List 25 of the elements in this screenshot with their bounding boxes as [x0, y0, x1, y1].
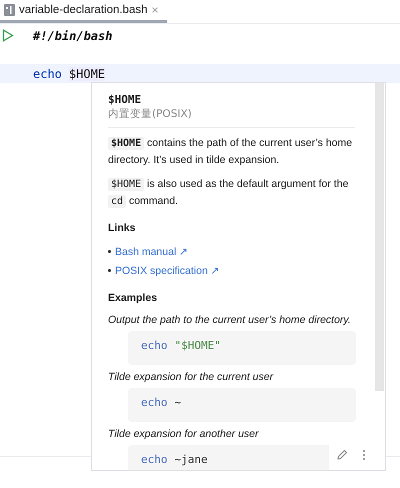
- section-heading: Links: [108, 222, 136, 234]
- doc-link[interactable]: POSIX specification ↗: [115, 264, 220, 277]
- code-block: echo "$HOME": [128, 331, 356, 365]
- scrollbar[interactable]: [375, 83, 384, 391]
- pencil-icon[interactable]: [336, 449, 348, 461]
- example-description: Output the path to the current user’s home directory.: [108, 314, 351, 326]
- example-description: Tilde expansion for another user: [108, 428, 258, 440]
- more-icon[interactable]: [362, 449, 366, 461]
- file-tab[interactable]: variable-declaration.bash ×: [0, 0, 167, 23]
- doc-subtitle: 内置变量(POSIX): [108, 107, 193, 121]
- doc-paragraph: $HOME contains the path of the current user’s home directory. It’s used in tilde expansion.: [108, 136, 354, 168]
- doc-link[interactable]: Bash manual ↗: [115, 245, 188, 258]
- close-icon[interactable]: ×: [152, 3, 159, 17]
- section-heading: Examples: [108, 292, 158, 304]
- code-line: #!/bin/bash: [33, 28, 112, 42]
- file-icon: [4, 4, 15, 16]
- run-icon[interactable]: [2, 29, 14, 42]
- file-name: variable-declaration.bash: [19, 4, 148, 16]
- code-line: echo $HOME: [33, 66, 106, 80]
- bullet-icon: [108, 269, 111, 272]
- doc-title: $HOME: [108, 93, 142, 106]
- code-block: echo ~: [128, 388, 356, 422]
- example-description: Tilde expansion for the current user: [108, 371, 274, 383]
- bullet-icon: [108, 250, 111, 253]
- doc-paragraph: $HOME is also used as the default argument for the cd command.: [108, 176, 355, 210]
